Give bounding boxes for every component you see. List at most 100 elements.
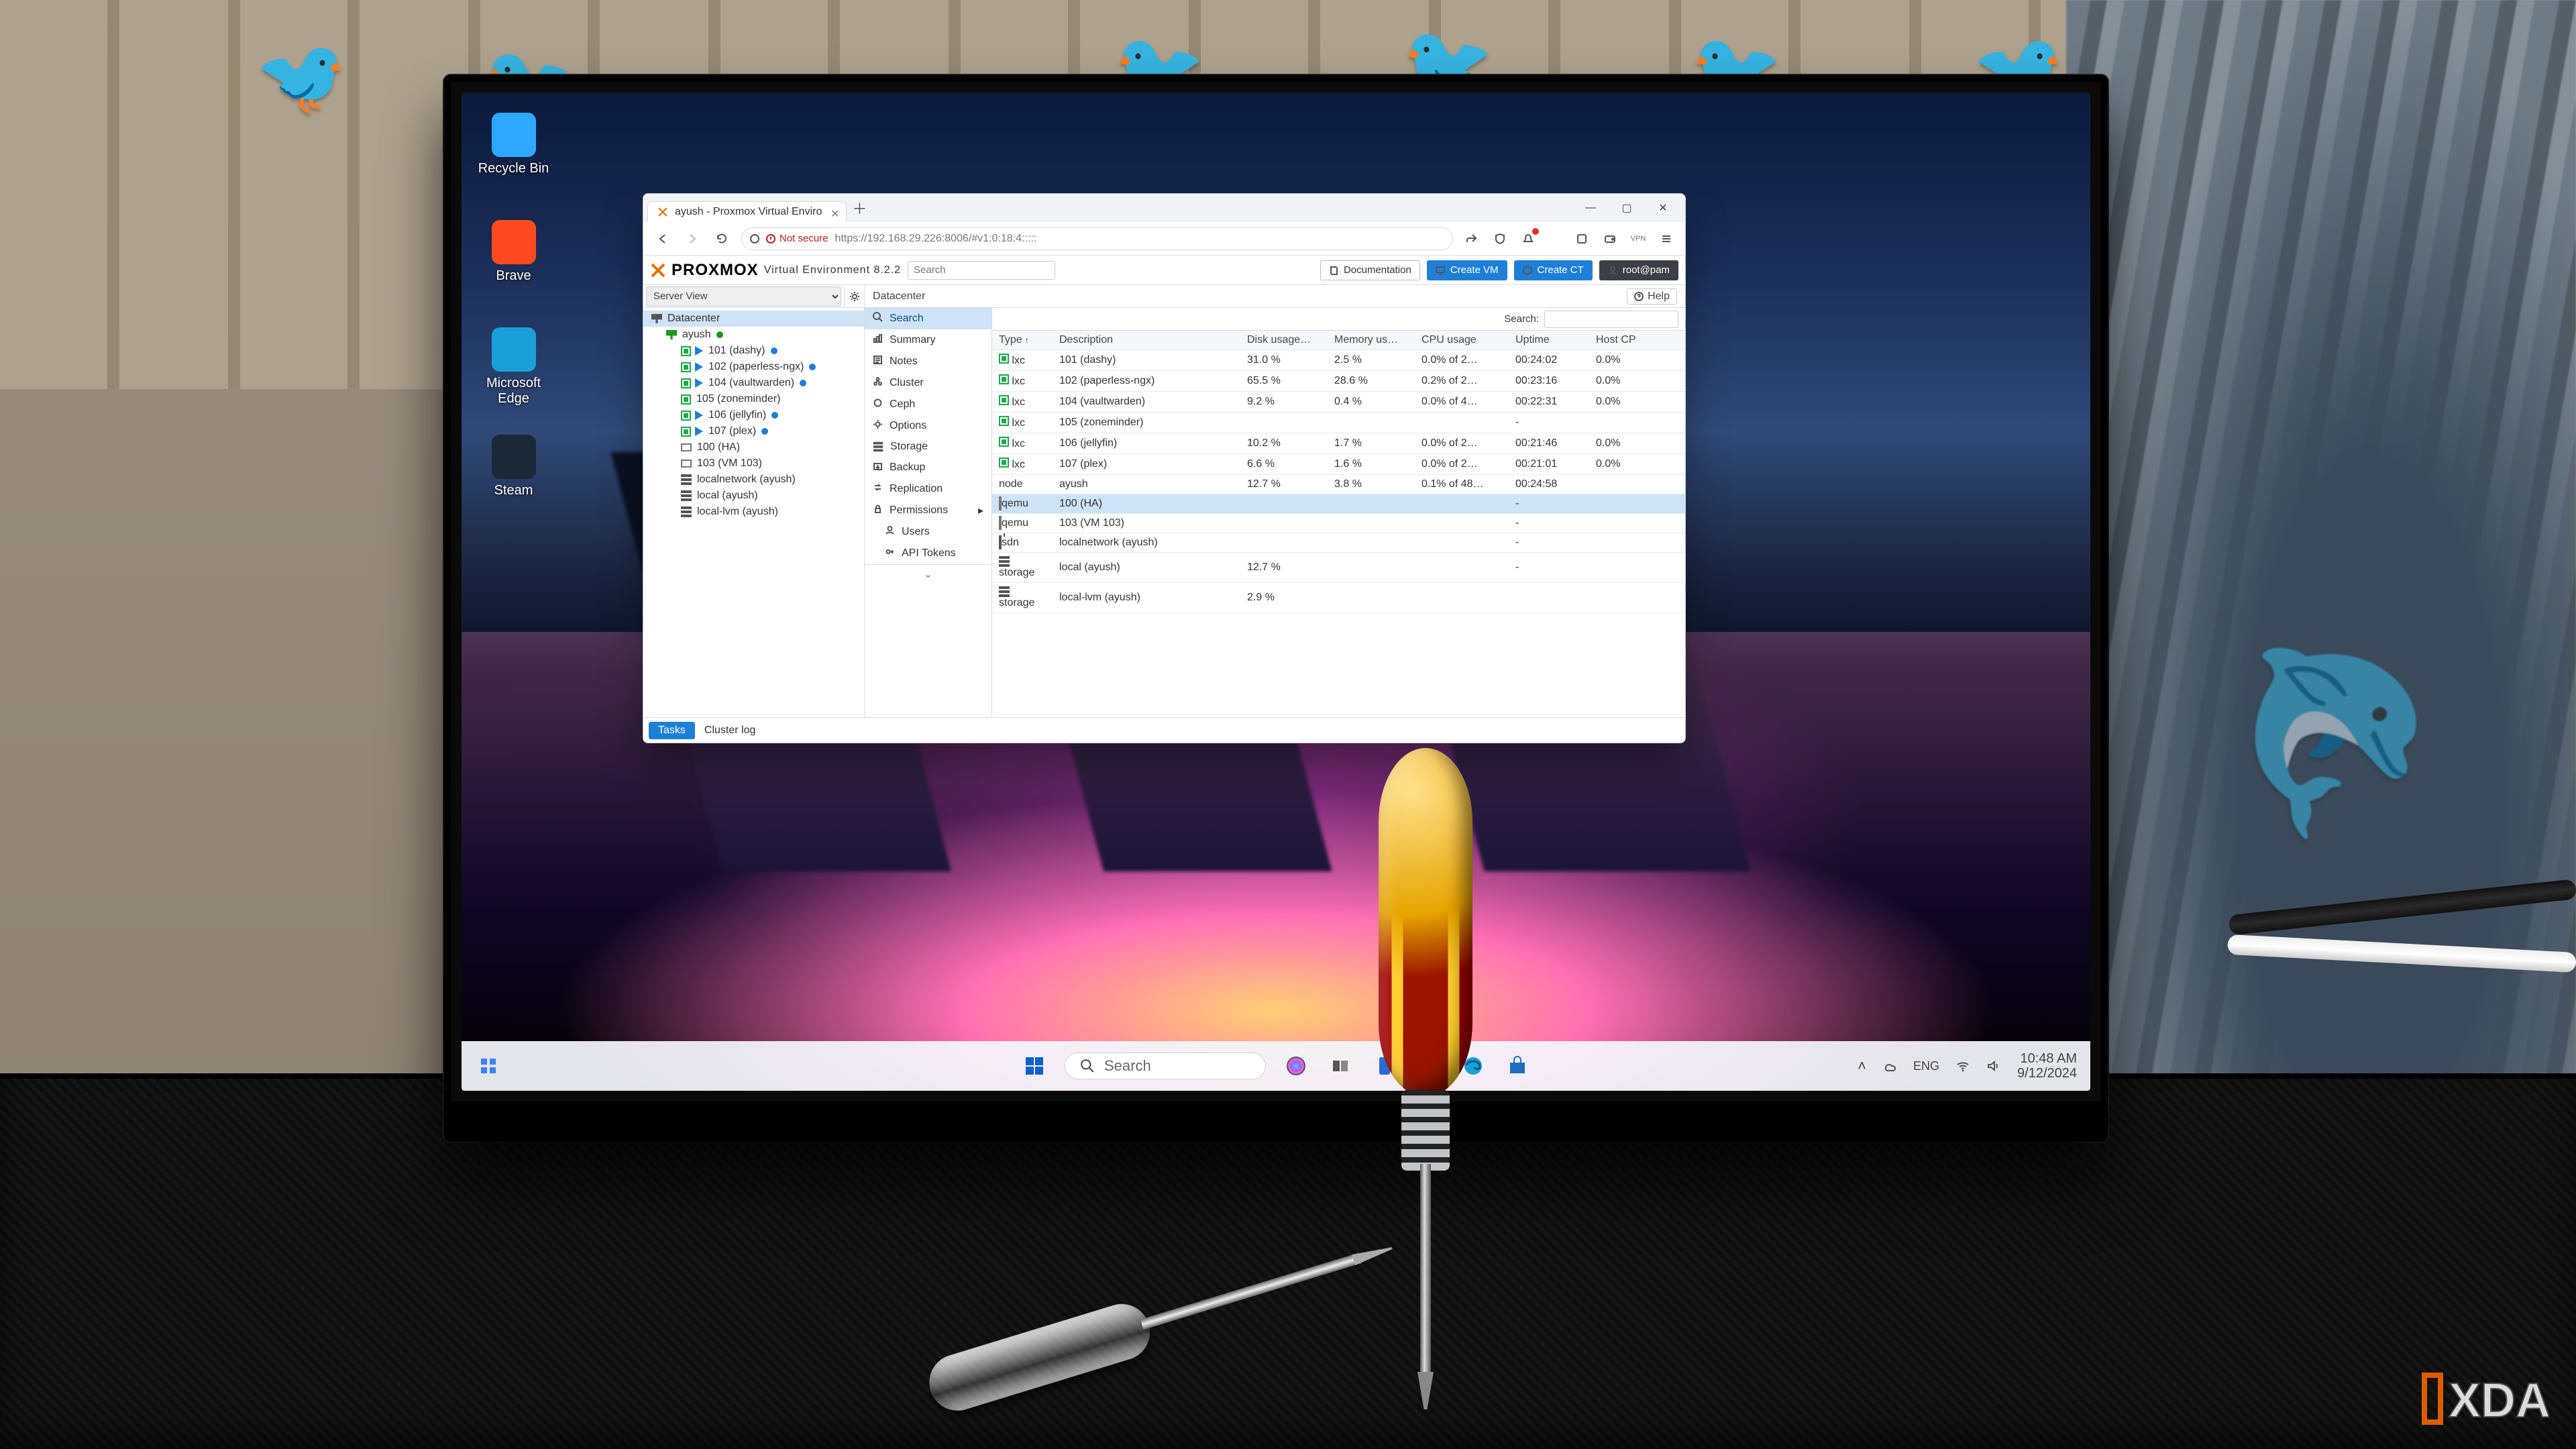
grid-row[interactable]: lxc101 (dashy)31.0 %2.5 %0.0% of 2…00:24… <box>992 350 1685 371</box>
create-vm-button[interactable]: Create VM <box>1427 260 1507 280</box>
url-field[interactable]: Not secure https://192.168.29.226:8006/#… <box>741 227 1453 250</box>
sidemenu-options[interactable]: Options <box>865 415 991 437</box>
sidemenu-backup[interactable]: Backup <box>865 457 991 478</box>
tree-node[interactable]: local-lvm (ayush) <box>643 504 864 520</box>
task-view-button[interactable] <box>1326 1052 1354 1080</box>
sidemenu-users[interactable]: Users <box>865 521 991 543</box>
tree-node[interactable]: 105 (zoneminder) <box>643 391 864 407</box>
close-window-button[interactable]: ✕ <box>1645 194 1681 222</box>
tree-node[interactable]: 103 (VM 103) <box>643 455 864 472</box>
grid-row[interactable]: nodeayush12.7 %3.8 %0.1% of 48…00:24:58 <box>992 475 1685 494</box>
sidemenu-api-tokens[interactable]: API Tokens <box>865 543 991 564</box>
copilot-button[interactable] <box>1282 1052 1310 1080</box>
window-controls: — ▢ ✕ <box>1572 194 1681 222</box>
menu-icon[interactable] <box>1657 229 1676 248</box>
tree-view-select[interactable]: Server View <box>646 286 841 307</box>
browser-tab[interactable]: ayush - Proxmox Virtual Enviro ✕ <box>647 201 847 222</box>
grid-row[interactable]: lxc105 (zoneminder)- <box>992 413 1685 433</box>
extensions-icon[interactable] <box>1572 229 1591 248</box>
store-icon <box>1507 1056 1527 1076</box>
sidemenu-storage[interactable]: Storage <box>865 437 991 457</box>
tree-node[interactable]: 104 (vaultwarden) <box>643 375 864 391</box>
grid-col-header[interactable]: Disk usage… <box>1240 331 1328 350</box>
create-ct-button[interactable]: Create CT <box>1514 260 1593 280</box>
explorer-button[interactable] <box>1415 1052 1443 1080</box>
grid-row[interactable]: sdnlocalnetwork (ayush)- <box>992 533 1685 553</box>
breadcrumb: Datacenter <box>873 290 925 303</box>
grid-row[interactable]: storagelocal (ayush)12.7 %- <box>992 553 1685 583</box>
minimize-button[interactable]: — <box>1572 194 1609 222</box>
tree-node[interactable]: 107 (plex) <box>643 423 864 439</box>
sidemenu-search[interactable]: Search <box>865 308 991 329</box>
wifi-icon[interactable] <box>1955 1059 1970 1073</box>
tree-node[interactable]: local (ayush) <box>643 488 864 504</box>
wallet-icon[interactable] <box>1601 229 1619 248</box>
grid-row[interactable]: lxc107 (plex)6.6 %1.6 %0.0% of 2…00:21:0… <box>992 454 1685 475</box>
grid-col-header[interactable]: CPU usage <box>1415 331 1509 350</box>
sidemenu-notes[interactable]: Notes <box>865 351 991 372</box>
edge-icon <box>1463 1056 1483 1076</box>
tree-node[interactable]: 101 (dashy) <box>643 343 864 359</box>
help-button[interactable]: Help <box>1627 288 1677 305</box>
sidemenu-ceph[interactable]: Ceph <box>865 394 991 415</box>
tasks-tab[interactable]: Tasks <box>649 722 695 739</box>
reload-button[interactable] <box>712 229 732 249</box>
taskbar-clock[interactable]: 10:48 AM 9/12/2024 <box>2017 1051 2077 1081</box>
sidemenu-expand[interactable]: ⌄ <box>865 564 991 584</box>
cluster-log-tab[interactable]: Cluster log <box>704 724 755 737</box>
grid-row[interactable]: lxc104 (vaultwarden)9.2 %0.4 %0.0% of 4…… <box>992 392 1685 413</box>
tree-node[interactable]: Datacenter <box>643 311 864 327</box>
grid-row[interactable]: lxc102 (paperless-ngx)65.5 %28.6 %0.2% o… <box>992 371 1685 392</box>
book-icon <box>1329 266 1338 275</box>
grid-search-input[interactable] <box>1544 311 1678 328</box>
phone-link-button[interactable] <box>1371 1052 1399 1080</box>
start-button[interactable] <box>1020 1052 1049 1080</box>
resource-tree[interactable]: Datacenterayush101 (dashy)102 (paperless… <box>643 308 864 717</box>
copilot-icon <box>1286 1056 1306 1076</box>
grid-col-header[interactable]: Type↑ <box>992 331 1053 350</box>
taskbar-search[interactable]: Search <box>1065 1053 1266 1079</box>
widgets-button[interactable] <box>475 1053 502 1079</box>
grid-row[interactable]: lxc106 (jellyfin)10.2 %1.7 %0.0% of 2…00… <box>992 433 1685 454</box>
forward-button[interactable] <box>682 229 702 249</box>
tree-node[interactable]: 100 (HA) <box>643 439 864 455</box>
onedrive-icon[interactable] <box>1882 1059 1897 1073</box>
grid-row[interactable]: qemu100 (HA)- <box>992 494 1685 514</box>
grid-col-header[interactable]: Uptime <box>1509 331 1589 350</box>
share-icon[interactable] <box>1462 229 1481 248</box>
proxmox-main: Datacenter Help SearchSummaryNotesCluste… <box>865 285 1685 717</box>
new-tab-button[interactable]: ＋ <box>852 197 867 219</box>
vpn-icon[interactable]: VPN <box>1629 229 1648 248</box>
back-button[interactable] <box>653 229 673 249</box>
proxmox-body: Server View Datacenterayush101 (dashy)10… <box>643 285 1685 717</box>
sidemenu-cluster[interactable]: Cluster <box>865 372 991 394</box>
maximize-button[interactable]: ▢ <box>1609 194 1645 222</box>
language-indicator[interactable]: ENG <box>1913 1059 1939 1073</box>
tree-node[interactable]: ayush <box>643 327 864 343</box>
monitor: Recycle BinBraveMicrosoft EdgeSteam ayus… <box>444 75 2108 1142</box>
tree-node[interactable]: 102 (paperless-ngx) <box>643 359 864 375</box>
user-menu-button[interactable]: root@pam <box>1599 260 1678 280</box>
shield-icon[interactable] <box>1491 229 1509 248</box>
tree-settings-button[interactable] <box>844 286 864 307</box>
user-icon <box>1608 266 1617 275</box>
edge-button[interactable] <box>1459 1052 1487 1080</box>
documentation-button[interactable]: Documentation <box>1320 260 1420 280</box>
tree-node[interactable]: 106 (jellyfin) <box>643 407 864 423</box>
grid-col-header[interactable]: Description <box>1053 331 1240 350</box>
tray-chevron-icon[interactable]: ˄ <box>1858 1057 1866 1075</box>
notification-icon[interactable] <box>1519 229 1538 248</box>
grid-col-header[interactable]: Memory us… <box>1328 331 1415 350</box>
proxmox-global-search[interactable] <box>908 261 1055 280</box>
tree-node[interactable]: localnetwork (ayush) <box>643 472 864 488</box>
close-tab-icon[interactable]: ✕ <box>830 207 839 221</box>
store-button[interactable] <box>1503 1052 1532 1080</box>
resource-grid[interactable]: Type↑DescriptionDisk usage…Memory us…CPU… <box>992 331 1685 613</box>
sidemenu-replication[interactable]: Replication <box>865 478 991 500</box>
sidemenu-summary[interactable]: Summary <box>865 329 991 351</box>
volume-icon[interactable] <box>1986 1059 2001 1073</box>
grid-row[interactable]: qemu103 (VM 103)- <box>992 514 1685 533</box>
grid-col-header[interactable]: Host CP <box>1589 331 1685 350</box>
sidemenu-permissions[interactable]: Permissions▸ <box>865 500 991 521</box>
grid-row[interactable]: storagelocal-lvm (ayush)2.9 % <box>992 583 1685 613</box>
